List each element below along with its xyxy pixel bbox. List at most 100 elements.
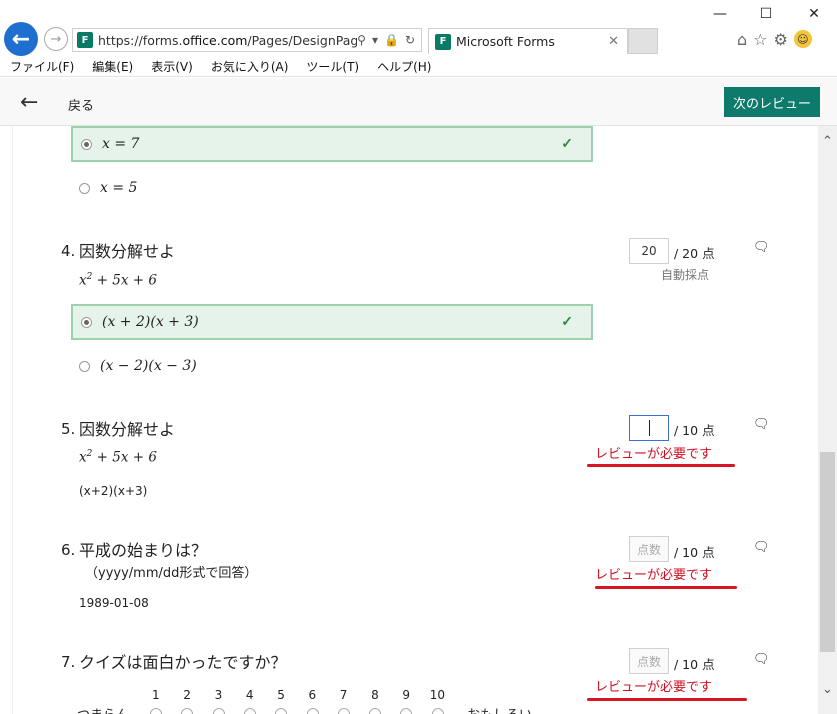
close-tab-icon[interactable]: ✕ — [608, 34, 619, 49]
scale-radio-9[interactable] — [400, 708, 413, 714]
review-required-label: レビューが必要です — [595, 568, 713, 583]
scale-radio-7[interactable] — [337, 708, 350, 714]
comment-icon[interactable]: 🗨 — [753, 540, 770, 555]
browser-back-button[interactable]: ← — [4, 22, 38, 56]
browser-forward-button[interactable]: → — [44, 27, 68, 51]
question-expression: x2 + 5x + 6 — [79, 272, 157, 289]
checkmark-icon: ✓ — [561, 136, 573, 152]
score-max: / 10 点 — [674, 657, 715, 672]
review-underline — [587, 698, 747, 701]
score-max: / 20 点 — [674, 246, 715, 261]
new-tab-button[interactable] — [628, 28, 658, 54]
score-max: / 10 点 — [674, 423, 715, 438]
scale-radio-3[interactable] — [212, 708, 225, 714]
scale-radio-2[interactable] — [181, 708, 194, 714]
menu-help[interactable]: ヘルプ(H) — [377, 58, 431, 75]
lock-icon[interactable]: 🔒 — [384, 33, 399, 47]
question-subtitle: （yyyy/mm/dd形式で回答） — [85, 566, 258, 581]
scale-number: 1 — [152, 688, 160, 702]
score-input[interactable]: 点数 — [629, 648, 669, 674]
scale-radio-6[interactable] — [306, 708, 319, 714]
checkmark-icon: ✓ — [561, 314, 573, 330]
scale-number: 3 — [214, 688, 223, 702]
favorites-star-icon[interactable]: ☆ — [753, 30, 767, 49]
scale-number: 8 — [371, 688, 379, 702]
option-label: (x − 2)(x − 3) — [100, 358, 197, 374]
question-title: 因数分解せよ — [79, 242, 176, 261]
review-underline — [595, 586, 737, 589]
address-url[interactable]: https://forms.office.com/Pages/DesignPag… — [98, 33, 357, 48]
scroll-up-icon[interactable]: ⌃ — [818, 134, 837, 149]
scale-radio-5[interactable] — [275, 708, 288, 714]
menu-view[interactable]: 表示(V) — [151, 58, 193, 75]
menu-file[interactable]: ファイル(F) — [10, 58, 74, 75]
browser-titlebar: ← → F https://forms.office.com/Pages/Des… — [0, 0, 837, 56]
scale-number: 9 — [402, 688, 411, 702]
review-underline — [587, 464, 735, 467]
auto-graded-label: 自動採点 — [661, 268, 710, 282]
scale-number: 2 — [183, 688, 191, 702]
menu-tools[interactable]: ツール(T) — [306, 58, 359, 75]
next-review-button[interactable]: 次のレビュー — [724, 87, 820, 117]
scroll-down-icon[interactable]: ⌄ — [818, 682, 837, 697]
option: (x − 2)(x − 3) — [71, 348, 593, 384]
scale-high-label: おもしろい — [467, 704, 532, 714]
feedback-smiley-icon[interactable]: ☺ — [793, 30, 812, 48]
radio-selected-icon — [81, 316, 92, 328]
question-number: 6. — [61, 541, 76, 559]
scale-radio-4[interactable] — [243, 708, 256, 714]
review-required-label: レビューが必要です — [595, 447, 713, 462]
response-answer: (x+2)(x+3) — [79, 484, 148, 498]
response-answer: 1989-01-08 — [79, 596, 149, 610]
radio-icon — [79, 182, 90, 194]
browser-tab[interactable]: F Microsoft Forms ✕ — [428, 28, 628, 54]
scale-radio-8[interactable] — [369, 708, 382, 714]
scale-radio-10[interactable] — [431, 708, 444, 714]
menu-favorites[interactable]: お気に入り(A) — [211, 58, 289, 75]
minimize-icon[interactable]: — — [710, 6, 730, 22]
comment-icon[interactable]: 🗨 — [753, 417, 770, 432]
score-max: / 10 点 — [674, 545, 715, 560]
home-icon[interactable]: ⌂ — [737, 30, 747, 49]
gear-icon[interactable]: ⚙ — [774, 30, 788, 49]
scale-number: 7 — [339, 688, 348, 702]
tab-title: Microsoft Forms — [456, 34, 555, 49]
comment-icon[interactable]: 🗨 — [753, 652, 770, 667]
vertical-scrollbar[interactable]: ⌃ ⌄ — [818, 126, 837, 714]
address-bar[interactable]: F https://forms.office.com/Pages/DesignP… — [72, 28, 422, 52]
option: x = 5 — [71, 170, 593, 206]
scale-number: 10 — [429, 688, 445, 702]
question-title: 平成の始まりは？ — [79, 541, 208, 560]
scale-number: 5 — [277, 688, 285, 702]
menu-bar: ファイル(F) 編集(E) 表示(V) お気に入り(A) ツール(T) ヘルプ(… — [0, 56, 837, 77]
scale-low-label: つまらん — [77, 704, 129, 714]
radio-selected-icon — [81, 138, 92, 150]
scroll-thumb[interactable] — [820, 452, 835, 652]
review-header: ← 戻る 次のレビュー — [0, 78, 837, 126]
refresh-icon[interactable]: ↻ — [405, 33, 415, 47]
option-correct: (x + 2)(x + 3) ✓ — [71, 304, 593, 340]
search-icon[interactable]: ⚲ — [357, 33, 366, 47]
chevron-down-icon[interactable]: ▾ — [372, 33, 378, 47]
score-input[interactable]: 20 — [629, 238, 669, 264]
maximize-icon[interactable]: ☐ — [756, 6, 776, 22]
comment-icon[interactable]: 🗨 — [753, 240, 770, 255]
option-correct: x = 7 ✓ — [71, 126, 593, 162]
option-label: (x + 2)(x + 3) — [102, 314, 199, 330]
question-title: クイズは面白かったですか？ — [79, 653, 287, 672]
back-label[interactable]: 戻る — [68, 95, 94, 114]
score-input[interactable]: 点数 — [629, 536, 669, 562]
option-label: x = 5 — [100, 180, 138, 196]
question-expression: x2 + 5x + 6 — [79, 449, 157, 466]
forms-favicon-icon: F — [435, 33, 451, 50]
radio-icon — [79, 360, 90, 372]
review-required-label: レビューが必要です — [595, 680, 713, 695]
text-caret — [648, 420, 650, 436]
scale-radio-1[interactable] — [150, 708, 162, 714]
menu-edit[interactable]: 編集(E) — [92, 58, 133, 75]
back-arrow-icon[interactable]: ← — [20, 90, 38, 115]
review-content: x = 7 ✓ x = 5 4. 因数分解せよ x2 + 5x + 6 20 /… — [12, 126, 818, 714]
question-number: 4. — [61, 242, 76, 260]
close-window-icon[interactable]: ✕ — [804, 6, 824, 22]
score-input[interactable] — [629, 415, 669, 441]
